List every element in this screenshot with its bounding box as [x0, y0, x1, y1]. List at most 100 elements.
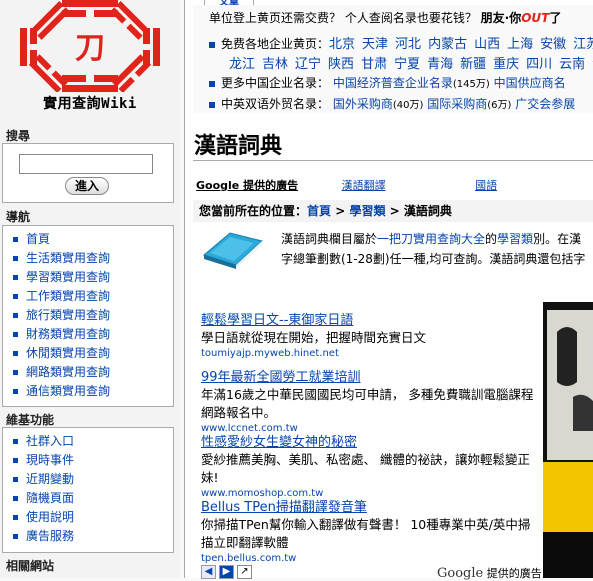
nav-item[interactable]: 學習類實用查詢 [13, 268, 173, 287]
google-footer-label: 提供的廣告 [486, 567, 542, 580]
ad-item: 輕鬆學習日文--東御家日語 學日語就從現在開始，把握時間充實日文 toumiyajp… [201, 312, 536, 360]
side-ad-image[interactable] [543, 302, 593, 578]
tools-item[interactable]: 社群入口 [13, 432, 173, 451]
tools-link[interactable]: 隨機頁面 [26, 491, 74, 505]
banner-line1: 单位登上黄页还需交费？ 个人查阅名录也要花钱？ [209, 11, 477, 25]
region-link[interactable]: 新疆 [460, 57, 486, 72]
banner-region-links: 北京 天津 河北 内蒙古 山西 上海 安徽 江苏 [329, 37, 593, 52]
region-link[interactable]: 吉林 [262, 57, 288, 72]
intro-site-link[interactable]: 一把刀實用查詢大全 [377, 232, 485, 246]
nav-link[interactable]: 旅行類實用查詢 [26, 308, 110, 322]
search-input[interactable] [19, 154, 153, 174]
region-link[interactable]: 天津 [362, 37, 388, 52]
nav-link[interactable]: 通信類實用查詢 [26, 384, 110, 398]
sidebar: 刀 實用查詢Wiki 搜尋 進入 導航 首頁 生活類實用查詢 學習類實用查詢 工作類實… [0, 0, 180, 578]
nav-link[interactable]: 生活類實用查詢 [26, 251, 110, 265]
banner-row-yellowpages: 免费各地企业黄页：北京 天津 河北 内蒙古 山西 上海 安徽 江苏 [209, 33, 593, 52]
tools-item[interactable]: 近期變動 [13, 470, 173, 489]
bullet-icon [13, 534, 18, 539]
breadcrumb: 您當前所在的位置：首頁 > 學習類 > 漢語詞典 [193, 200, 593, 222]
nav-link[interactable]: 首頁 [26, 232, 50, 246]
region-link[interactable]: 辽宁 [295, 57, 321, 72]
tools-link[interactable]: 近期變動 [26, 472, 74, 486]
canton-fair-link[interactable]: 广交会参展 [515, 97, 575, 111]
tools-item[interactable]: 現時事件 [13, 451, 173, 470]
bullet-icon [13, 275, 18, 280]
intro-line1: 漢語詞典欄目屬於一把刀實用查詢大全的學習類別。在漢 [281, 230, 581, 247]
ad-title-link[interactable]: 99年最新全國勞工就業培訓 [201, 370, 361, 385]
ad-link-translation[interactable]: 漢語翻譯 [342, 179, 386, 192]
tools-item[interactable]: 隨機頁面 [13, 489, 173, 508]
intl-buyers-link[interactable]: 国际采购商 [427, 97, 487, 111]
tools-item[interactable]: 使用說明 [13, 508, 173, 527]
title-divider [193, 160, 593, 161]
ad-title-link[interactable]: 性感愛紗女生變女神的秘密 [201, 435, 357, 450]
bullet-icon [13, 256, 18, 261]
region-link[interactable]: 宁夏 [394, 57, 420, 72]
supplier-directory-link[interactable]: 中国供应商名 [494, 76, 566, 90]
search-go-button[interactable]: 進入 [65, 177, 109, 195]
banner-region-links-2: 龙江吉林辽宁陕西甘肃宁夏青海新疆重庆四川云南贵州 [229, 53, 593, 72]
region-link[interactable]: 山西 [474, 37, 500, 52]
nav-item[interactable]: 首頁 [13, 230, 173, 249]
tools-link[interactable]: 使用說明 [26, 510, 74, 524]
banner-headline: 单位登上黄页还需交费？ 个人查阅名录也要花钱？ 朋友·你OUT了 [209, 9, 561, 26]
page-title: 漢語詞典 [194, 133, 283, 159]
nav-item[interactable]: 財務類實用查詢 [13, 325, 173, 344]
ad-title-link[interactable]: Bellus TPen掃描翻譯發音筆 [201, 500, 367, 515]
ad-link-mandarin[interactable]: 國語 [475, 179, 497, 192]
nav-link[interactable]: 網路類實用查詢 [26, 365, 110, 379]
census-directory-link[interactable]: 中国经济普查企业名录 [333, 76, 453, 90]
region-link[interactable]: 陕西 [328, 57, 354, 72]
foreign-buyers-link[interactable]: 国外采购商 [333, 97, 393, 111]
region-link[interactable]: 青海 [427, 57, 453, 72]
breadcrumb-home[interactable]: 首頁 [307, 204, 331, 218]
google-ads-label[interactable]: Google 提供的廣告 [196, 179, 298, 192]
breadcrumb-current: 漢語詞典 [403, 204, 452, 218]
bullet-icon [209, 101, 215, 108]
tools-link[interactable]: 廣告服務 [26, 529, 74, 543]
google-ads-footer: Google 提供的廣告 [437, 565, 542, 581]
nav-item[interactable]: 網路類實用查詢 [13, 363, 173, 382]
site-logo[interactable]: 刀 實用查詢Wiki [0, 0, 180, 118]
nav-link[interactable]: 休閒類實用查詢 [26, 346, 110, 360]
prev-arrow-icon[interactable]: ◀ [201, 565, 216, 579]
nav-item[interactable]: 休閒類實用查詢 [13, 344, 173, 363]
intro-text-a: 漢語詞典欄目屬於 [281, 232, 378, 246]
tools-list: 社群入口現時事件近期變動隨機頁面使用說明廣告服務 [3, 428, 173, 550]
nav-link[interactable]: 財務類實用查詢 [26, 327, 110, 341]
nav-item[interactable]: 工作類實用查詢 [13, 287, 173, 306]
bullet-icon [13, 458, 18, 463]
ad-url[interactable]: tpen.bellus.com.tw [201, 552, 536, 565]
tools-link[interactable]: 現時事件 [26, 453, 74, 467]
intro-category-link[interactable]: 學習類 [497, 232, 533, 246]
region-link[interactable]: 北京 [329, 37, 355, 52]
region-link[interactable]: 内蒙古 [428, 37, 467, 52]
tools-link[interactable]: 社群入口 [26, 434, 74, 448]
region-link[interactable]: 云南 [559, 57, 585, 72]
region-link[interactable]: 重庆 [493, 57, 519, 72]
region-link[interactable]: 河北 [395, 37, 421, 52]
tools-item[interactable]: 廣告服務 [13, 527, 173, 546]
breadcrumb-section[interactable]: 學習類 [349, 204, 385, 218]
nav-link[interactable]: 工作類實用查詢 [26, 289, 110, 303]
breadcrumb-sep: > [335, 204, 346, 218]
region-link[interactable]: 江苏 [573, 37, 593, 52]
next-arrow-icon[interactable]: ▶ [219, 565, 234, 579]
nav-item[interactable]: 生活類實用查詢 [13, 249, 173, 268]
ad-pager: ◀ ▶ ↗ [201, 565, 255, 579]
nav-link[interactable]: 學習類實用查詢 [26, 270, 110, 284]
region-link[interactable]: 龙江 [229, 57, 255, 72]
nav-item[interactable]: 通信類實用查詢 [13, 382, 173, 401]
nav-item[interactable]: 旅行類實用查詢 [13, 306, 173, 325]
site-title: 實用查詢Wiki [43, 96, 137, 112]
ad-url[interactable]: toumiyajp.myweb.hinet.net [201, 347, 536, 360]
banner-row-companies: 更多中国企业名录： 中国经济普查企业名录(145万) 中国供应商名 [209, 74, 566, 91]
external-link-icon[interactable]: ↗ [237, 565, 252, 579]
region-link[interactable]: 甘肃 [361, 57, 387, 72]
bullet-icon [209, 41, 215, 48]
ad-title-link[interactable]: 輕鬆學習日文--東御家日語 [201, 313, 353, 328]
region-link[interactable]: 四川 [526, 57, 552, 72]
region-link[interactable]: 安徽 [540, 37, 566, 52]
region-link[interactable]: 上海 [507, 37, 533, 52]
